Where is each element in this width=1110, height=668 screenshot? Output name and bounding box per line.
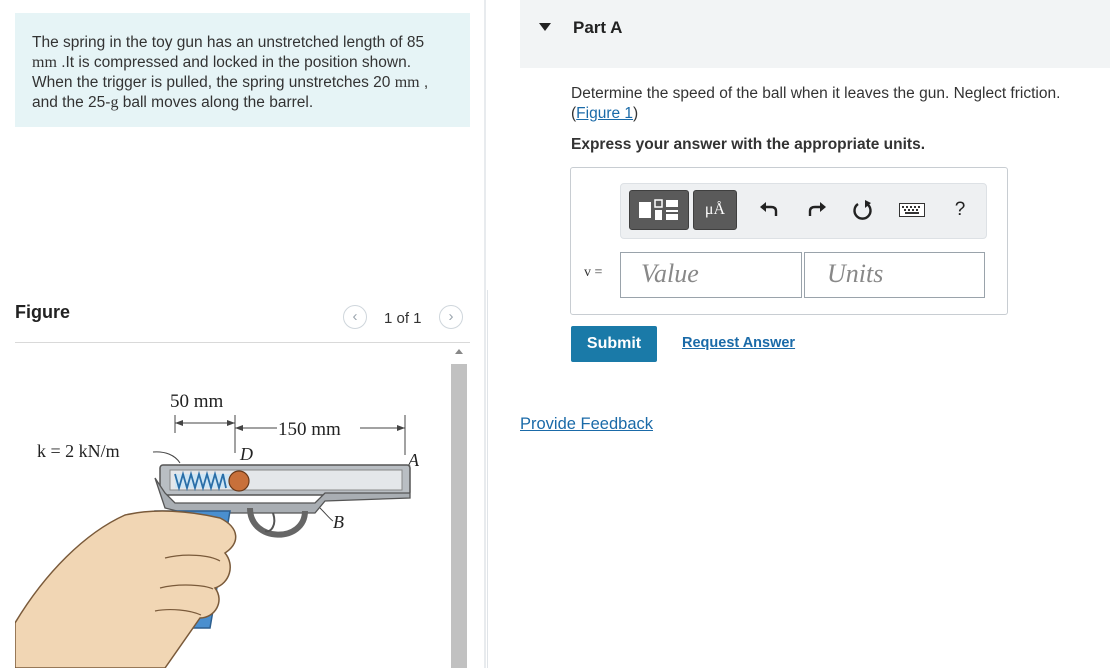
keyboard-icon <box>899 203 925 217</box>
instruction-text: Express your answer with the appropriate… <box>571 136 926 153</box>
point-b-label: B <box>333 512 344 532</box>
collapse-caret-icon[interactable] <box>539 23 551 31</box>
problem-pane: The spring in the toy gun has an unstret… <box>0 0 470 668</box>
next-figure-button[interactable]: › <box>439 305 463 329</box>
undo-button[interactable] <box>758 199 780 221</box>
problem-text-line4-rest: ball moves along the barrel. <box>118 94 314 111</box>
templates-icon <box>639 199 678 220</box>
problem-text-comma: , <box>419 74 429 91</box>
dimension-50mm: 50 mm <box>170 391 224 412</box>
units-input[interactable]: Units <box>804 252 985 298</box>
math-toolbar: μÅ ? <box>620 183 987 239</box>
figure-heading: Figure <box>15 302 71 322</box>
reset-button[interactable] <box>851 198 875 222</box>
unit-mm: mm <box>394 74 420 91</box>
problem-text-line4: and the 25- <box>32 94 111 111</box>
units-button[interactable]: μÅ <box>693 190 737 230</box>
chevron-left-icon: ‹ <box>352 308 358 325</box>
provide-feedback-link[interactable]: Provide Feedback <box>520 415 653 434</box>
redo-button[interactable] <box>806 199 828 221</box>
problem-text-line3: When the trigger is pulled, the spring u… <box>32 74 395 91</box>
pane-divider-shadow <box>487 290 488 668</box>
problem-text-line1: The spring in the toy gun has an unstret… <box>32 34 425 51</box>
point-d-label: D <box>239 444 253 464</box>
previous-figure-button[interactable]: ‹ <box>343 305 367 329</box>
variable-label: v = <box>584 265 603 280</box>
request-answer-link[interactable]: Request Answer <box>682 335 795 351</box>
toy-gun-drawing: 50 mm 150 mm k = 2 kN/m D A B <box>15 391 420 668</box>
problem-statement: The spring in the toy gun has an unstret… <box>15 13 470 127</box>
templates-button[interactable] <box>629 190 689 230</box>
figure-link[interactable]: Figure 1 <box>576 105 633 122</box>
chevron-right-icon: › <box>448 308 454 325</box>
part-title: Part A <box>573 18 623 37</box>
unit-mm: mm <box>32 54 57 71</box>
help-button[interactable]: ? <box>949 198 971 222</box>
dimension-150mm: 150 mm <box>278 419 341 440</box>
question-prompt: Determine the speed of the ball when it … <box>571 85 1061 102</box>
question-text: Determine the speed of the ball when it … <box>571 84 1096 124</box>
scrollbar-thumb[interactable] <box>451 364 467 668</box>
submit-button[interactable]: Submit <box>571 326 657 362</box>
reset-icon <box>853 200 872 220</box>
scroll-up-icon[interactable] <box>455 349 463 354</box>
redo-icon <box>808 202 826 216</box>
figure-counter: 1 of 1 <box>384 310 422 327</box>
paren-close: ) <box>633 105 639 122</box>
keyboard-button[interactable] <box>897 200 927 220</box>
value-input[interactable]: Value <box>620 252 802 298</box>
spring-constant-label: k = 2 kN/m <box>37 441 120 461</box>
pane-divider[interactable] <box>484 0 486 668</box>
undo-icon <box>760 202 778 216</box>
toy-gun-figure: 50 mm 150 mm k = 2 kN/m D A B <box>15 343 450 668</box>
problem-text-line2: .It is compressed and locked in the posi… <box>56 54 411 71</box>
